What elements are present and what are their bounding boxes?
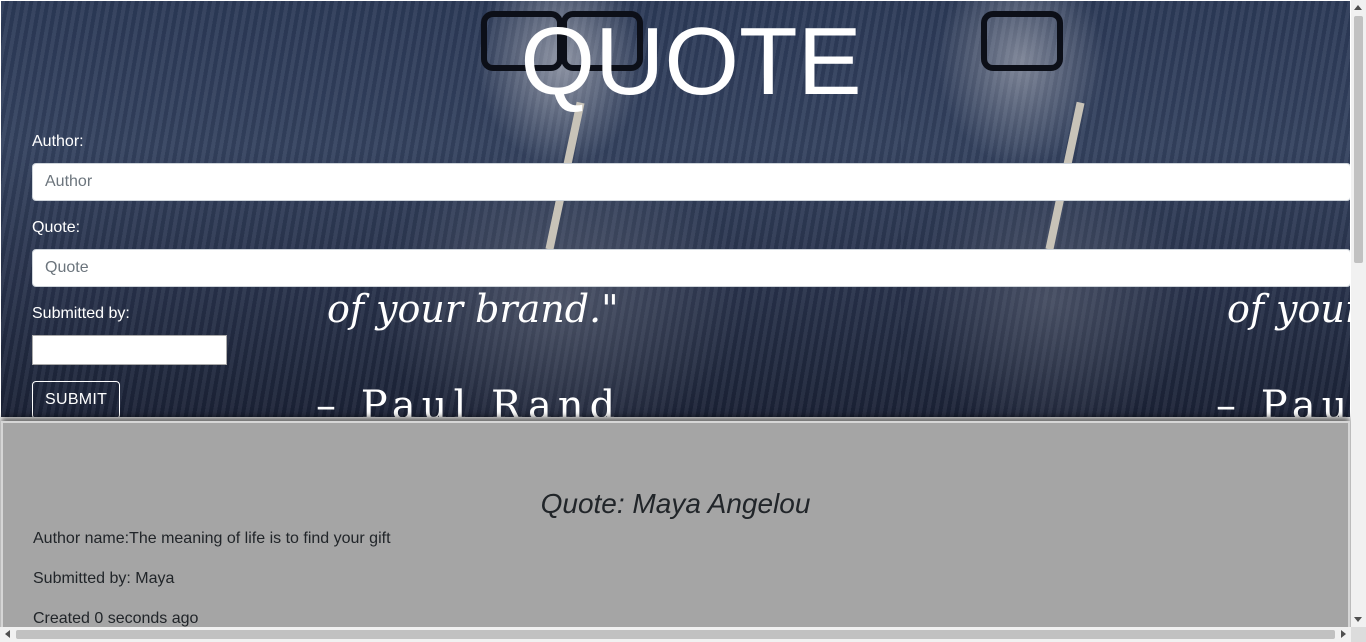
image-author-text: – Paul Rand [316,383,622,417]
submit-button[interactable]: SUBMIT [32,381,121,417]
scroll-down-arrow-icon[interactable] [1354,617,1362,622]
scroll-up-arrow-icon[interactable] [1354,5,1362,10]
submitted-by-label: Submitted by: [32,305,130,322]
horizontal-scroll-thumb[interactable] [16,630,1335,639]
image-quote-text-repeat: of your [1227,287,1350,331]
page-title: QUOTE [520,8,862,115]
author-label: Author: [32,133,84,150]
quote-card: Quote: Maya Angelou Author name:The mean… [1,421,1350,627]
scroll-left-arrow-icon[interactable] [5,630,10,638]
image-quote-text: of your brand." [327,287,619,331]
page-viewport: of your brand." – Paul Rand of your – Pa… [0,0,1351,627]
author-input[interactable] [32,163,1350,201]
image-author-text-repeat: – Paul [1216,383,1350,417]
scrollbar-corner [1351,627,1366,642]
vertical-scrollbar[interactable] [1351,0,1366,627]
scroll-right-arrow-icon[interactable] [1341,630,1346,638]
hero-section: of your brand." – Paul Rand of your – Pa… [1,1,1350,417]
quote-label: Quote: [32,219,81,236]
horizontal-scrollbar[interactable] [0,627,1351,642]
quote-card-author-line: Author name:The meaning of life is to fi… [33,530,391,547]
quote-card-title: Quote: Maya Angelou [540,488,811,519]
quote-card-submitted-line: Submitted by: Maya [33,570,175,587]
quote-card-created-line: Created 0 seconds ago [33,610,199,627]
vertical-scroll-thumb[interactable] [1354,16,1363,263]
quote-input[interactable] [32,249,1350,287]
submitted-by-input[interactable] [32,335,227,365]
